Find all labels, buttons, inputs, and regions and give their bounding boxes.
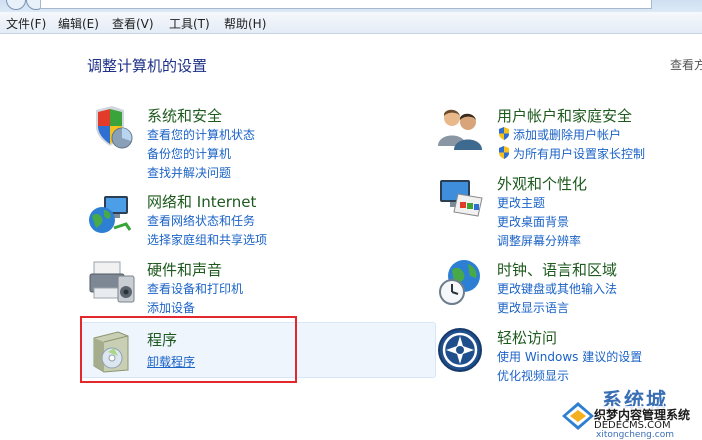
red-highlight-box [80, 316, 297, 383]
users-icon [438, 109, 482, 150]
link-desktop-background[interactable]: 更改桌面背景 [497, 213, 569, 230]
clock-globe-icon [439, 260, 480, 305]
link-network-status[interactable]: 查看网络状态和任务 [147, 212, 255, 229]
menu-tools[interactable]: 工具(T) [167, 15, 212, 32]
link-display-language[interactable]: 更改显示语言 [497, 299, 569, 316]
category-title[interactable]: 用户帐户和家庭安全 [497, 105, 632, 126]
menu-help[interactable]: 帮助(H) [222, 15, 268, 32]
link-troubleshoot[interactable]: 查找并解决问题 [147, 164, 231, 181]
uac-shield-icon [499, 127, 509, 140]
link-parental-controls[interactable]: 为所有用户设置家长控制 [513, 145, 645, 162]
link-add-device[interactable]: 添加设备 [147, 299, 195, 316]
page-title: 调整计算机的设置 [87, 57, 208, 75]
window-top-chrome [0, 0, 702, 12]
link-screen-resolution[interactable]: 调整屏幕分辨率 [497, 232, 581, 249]
menu-edit[interactable]: 编辑(E) [56, 15, 101, 32]
address-bar[interactable] [40, 0, 652, 9]
network-globe-icon [89, 196, 132, 233]
link-add-remove-users[interactable]: 添加或删除用户帐户 [513, 126, 621, 143]
link-change-theme[interactable]: 更改主题 [497, 194, 545, 211]
category-title[interactable]: 系统和安全 [147, 105, 222, 126]
category-title[interactable]: 外观和个性化 [497, 173, 587, 194]
link-view-status[interactable]: 查看您的计算机状态 [147, 126, 255, 143]
shield-computer-icon [96, 106, 133, 149]
category-title[interactable]: 轻松访问 [497, 327, 557, 348]
link-homegroup[interactable]: 选择家庭组和共享选项 [147, 231, 267, 248]
monitor-paint-icon [440, 180, 483, 217]
category-title[interactable]: 网络和 Internet [147, 191, 256, 212]
menu-file[interactable]: 文件(F) [4, 15, 48, 32]
link-windows-suggested-settings[interactable]: 使用 Windows 建议的设置 [497, 348, 642, 365]
menu-view[interactable]: 查看(V) [110, 15, 156, 32]
category-title[interactable]: 硬件和声音 [147, 259, 222, 280]
link-devices-printers[interactable]: 查看设备和打印机 [147, 280, 243, 297]
link-backup[interactable]: 备份您的计算机 [147, 145, 231, 162]
link-keyboard-input[interactable]: 更改键盘或其他输入法 [497, 280, 617, 297]
link-optimize-visual-display[interactable]: 优化视频显示 [497, 367, 569, 384]
menu-bar: 文件(F) 编辑(E) 查看(V) 工具(T) 帮助(H) [0, 12, 702, 34]
uac-shield-icon [499, 146, 509, 159]
ease-of-access-icon [438, 328, 482, 372]
back-button[interactable] [6, 0, 26, 10]
category-title[interactable]: 时钟、语言和区域 [497, 259, 617, 280]
view-by-label[interactable]: 查看方 [670, 56, 702, 73]
printer-icon [89, 261, 135, 303]
watermark-url-secondary: xitongcheng.com [596, 430, 674, 440]
